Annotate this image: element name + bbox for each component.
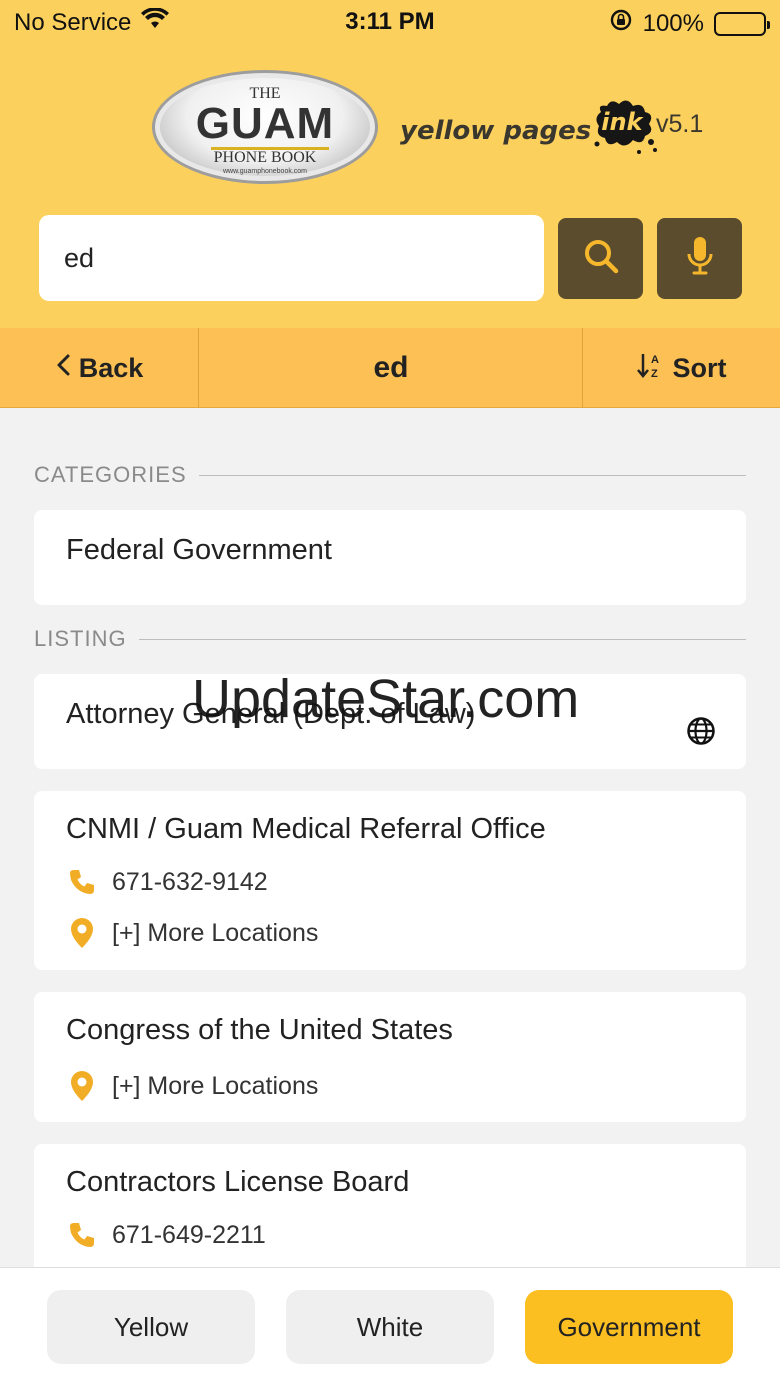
listing-more-locations: [+] More Locations xyxy=(112,918,319,947)
orientation-lock-icon xyxy=(609,8,633,39)
listing-phone: 671-632-9142 xyxy=(112,867,268,896)
yellow-pages-ink-brand: yellow pages ink xyxy=(400,100,658,156)
microphone-icon xyxy=(685,235,715,282)
listing-phone-row[interactable]: 671-649-2211 xyxy=(66,1220,266,1250)
svg-text:Z: Z xyxy=(651,368,658,379)
divider xyxy=(198,474,746,476)
navigation-bar: Back ed A Z Sort xyxy=(0,328,780,408)
guam-phone-book-logo: THE GUAM PHONE BOOK www.guamphonebook.co… xyxy=(152,70,378,184)
divider xyxy=(138,638,746,640)
listing-item[interactable]: CNMI / Guam Medical Referral Office 671-… xyxy=(34,791,746,970)
header: No Service 3:11 PM 100% THE GUAM PHONE B… xyxy=(0,0,780,328)
status-bar: No Service 3:11 PM 100% xyxy=(0,0,780,44)
listing-phone-row[interactable]: 671-632-9142 xyxy=(66,867,268,897)
category-item[interactable]: Federal Government xyxy=(34,510,746,605)
listing-name: CNMI / Guam Medical Referral Office xyxy=(66,813,546,845)
app-screen: No Service 3:11 PM 100% THE GUAM PHONE B… xyxy=(0,0,780,1387)
logo-url: www.guamphonebook.com xyxy=(222,168,308,175)
listing-locations-row[interactable]: [+] More Locations xyxy=(66,1070,318,1102)
battery-icon xyxy=(714,11,770,36)
brand-text: yellow pages xyxy=(400,116,592,146)
listing-more-locations: [+] More Locations xyxy=(112,1071,319,1100)
search-button[interactable] xyxy=(558,218,643,299)
section-listing-label: LISTING xyxy=(34,626,127,651)
tab-yellow[interactable]: Yellow xyxy=(47,1290,255,1364)
map-pin-icon xyxy=(66,917,98,949)
sort-button[interactable]: A Z Sort xyxy=(582,328,780,408)
phone-icon xyxy=(66,1220,98,1250)
back-label: Back xyxy=(78,352,144,383)
app-version: v5.1 xyxy=(656,110,704,138)
bottom-tab-bar: Yellow White Government xyxy=(0,1267,780,1387)
listing-item[interactable]: Attorney General (Dept. of Law) xyxy=(34,674,746,769)
map-pin-icon xyxy=(66,1070,98,1102)
battery-percent: 100% xyxy=(642,9,704,37)
page-title: ed xyxy=(373,351,409,384)
sort-label: Sort xyxy=(672,352,727,383)
listing-phone: 671-649-2211 xyxy=(112,1220,266,1249)
logo-sub: PHONE BOOK xyxy=(213,149,317,166)
brand-ink-text: ink xyxy=(601,108,643,136)
voice-search-button[interactable] xyxy=(657,218,742,299)
listing-locations-row[interactable]: [+] More Locations xyxy=(66,917,318,949)
phone-icon xyxy=(66,867,98,897)
listing-name: Congress of the United States xyxy=(66,1014,453,1046)
tab-government[interactable]: Government xyxy=(525,1290,733,1364)
globe-icon[interactable] xyxy=(686,716,716,751)
status-right: 100% xyxy=(609,8,770,39)
search-icon xyxy=(581,236,621,281)
section-listing: LISTING xyxy=(34,626,746,652)
svg-text:A: A xyxy=(651,354,659,366)
ink-splat-icon: ink xyxy=(593,98,658,156)
back-button[interactable]: Back xyxy=(0,328,199,408)
tab-white[interactable]: White xyxy=(286,1290,494,1364)
logo-main: GUAM xyxy=(195,99,335,148)
search-input[interactable] xyxy=(39,215,544,301)
section-categories: CATEGORIES xyxy=(34,462,746,488)
listing-name: Contractors License Board xyxy=(66,1166,410,1198)
chevron-left-icon xyxy=(55,353,71,384)
listing-item[interactable]: Congress of the United States [+] More L… xyxy=(34,992,746,1122)
section-categories-label: CATEGORIES xyxy=(34,462,187,487)
sort-alpha-icon: A Z xyxy=(636,351,663,386)
listing-name: Attorney General (Dept. of Law) xyxy=(66,698,476,730)
category-name: Federal Government xyxy=(66,534,332,566)
